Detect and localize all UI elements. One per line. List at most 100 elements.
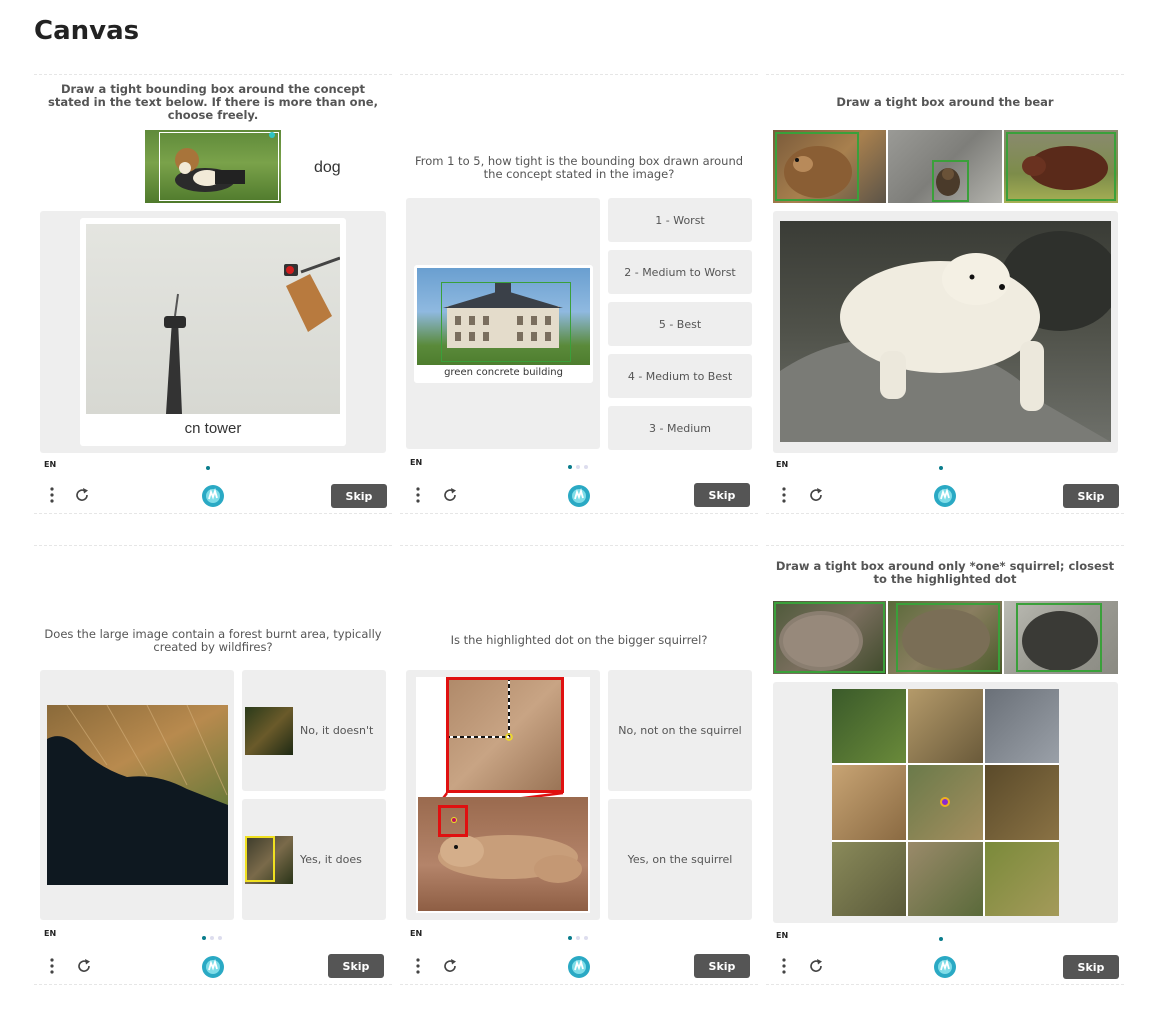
answer-yes-button[interactable]: Yes, on the squirrel — [608, 799, 752, 920]
task-image-frame[interactable] — [416, 677, 590, 913]
satellite-image[interactable] — [47, 705, 228, 885]
answer-yes-button[interactable]: Yes, it does — [242, 799, 386, 920]
hcaptcha-logo-icon[interactable] — [567, 484, 591, 508]
grid-tile[interactable] — [984, 689, 1059, 764]
highlight-box — [245, 835, 275, 882]
skip-button[interactable]: Skip — [694, 954, 750, 978]
rating-option-2[interactable]: 2 - Medium to Worst — [608, 250, 752, 294]
cn-tower-image[interactable] — [86, 224, 340, 414]
captcha-card-1: Draw a tight bounding box around the con… — [34, 74, 392, 514]
rating-option-1[interactable]: 1 - Worst — [608, 198, 752, 242]
language-label[interactable]: EN — [776, 460, 788, 469]
hcaptcha-logo-icon[interactable] — [201, 955, 225, 979]
skip-button[interactable]: Skip — [1063, 955, 1119, 979]
pagination-dots — [939, 466, 943, 470]
polar-bear-picture — [780, 231, 1111, 442]
example-thumbnail-yes — [245, 835, 293, 884]
refresh-icon[interactable] — [440, 956, 460, 976]
pagination-dots — [939, 937, 943, 941]
grid-tile[interactable] — [908, 765, 983, 840]
satellite-picture — [47, 705, 228, 805]
refresh-icon[interactable] — [72, 485, 92, 505]
refresh-icon[interactable] — [806, 485, 826, 505]
grid-tile[interactable] — [908, 841, 983, 916]
grid-tile[interactable] — [984, 841, 1059, 916]
more-vertical-icon[interactable] — [774, 956, 794, 976]
example-image-3 — [1004, 601, 1118, 674]
language-label[interactable]: EN — [410, 458, 422, 467]
drawn-bounding-box — [441, 282, 571, 362]
refresh-icon[interactable] — [74, 956, 94, 976]
task-caption: cn tower — [184, 420, 242, 437]
skip-button[interactable]: Skip — [1063, 484, 1119, 508]
example-image-1 — [773, 130, 886, 203]
task-image-frame[interactable]: cn tower — [80, 218, 346, 446]
prompt-text: Draw a tight bounding box around the con… — [48, 82, 378, 122]
corner-handle-icon — [269, 132, 275, 138]
example-image-3 — [1004, 130, 1118, 203]
captcha-card-6: Draw a tight box around only *one* squir… — [766, 545, 1124, 985]
grid-tile[interactable] — [832, 765, 907, 840]
grid-tile[interactable] — [984, 765, 1059, 840]
rating-option-3[interactable]: 3 - Medium — [608, 406, 752, 450]
grid-tile[interactable] — [908, 689, 983, 764]
grid-tile[interactable] — [832, 689, 907, 764]
polar-bear-image[interactable] — [780, 221, 1111, 442]
captcha-card-5: Is the highlighted dot on the bigger squ… — [400, 545, 758, 985]
answer-no-label: No, it doesn't — [300, 724, 374, 737]
refresh-icon[interactable] — [440, 485, 460, 505]
building-image — [417, 268, 590, 365]
grid-tile[interactable] — [832, 841, 907, 916]
task-panel — [406, 670, 600, 920]
example-label: dog — [314, 159, 341, 176]
rating-option-5[interactable]: 5 - Best — [608, 302, 752, 346]
task-panel: green concrete building — [406, 198, 600, 449]
answer-no-button[interactable]: No, not on the squirrel — [608, 670, 752, 791]
example-bounding-box — [159, 132, 279, 201]
hcaptcha-logo-icon[interactable] — [933, 484, 957, 508]
skip-button[interactable]: Skip — [328, 954, 384, 978]
cn-tower-picture — [164, 256, 340, 414]
task-caption: green concrete building — [444, 367, 563, 378]
rating-option-4[interactable]: 4 - Medium to Best — [608, 354, 752, 398]
language-label[interactable]: EN — [410, 929, 422, 938]
more-vertical-icon[interactable] — [774, 485, 794, 505]
language-label[interactable]: EN — [776, 931, 788, 940]
pagination-dots — [568, 465, 588, 469]
task-panel — [40, 670, 234, 920]
pagination-dots — [568, 936, 588, 940]
squirrel-image — [418, 797, 588, 911]
highlighted-dot-icon — [940, 797, 951, 808]
hcaptcha-logo-icon[interactable] — [201, 484, 225, 508]
more-vertical-icon[interactable] — [408, 956, 428, 976]
example-bounding-box — [774, 602, 885, 673]
prompt-text: Draw a tight box around the bear — [836, 95, 1054, 109]
example-thumbnail-no — [245, 706, 293, 755]
hcaptcha-logo-icon[interactable] — [933, 955, 957, 979]
answer-no-button[interactable]: No, it doesn't — [242, 670, 386, 791]
hcaptcha-logo-icon[interactable] — [567, 955, 591, 979]
prompt-text: Is the highlighted dot on the bigger squ… — [450, 633, 708, 647]
captcha-card-4: Does the large image contain a forest bu… — [34, 545, 392, 985]
captcha-card-2: From 1 to 5, how tight is the bounding b… — [400, 74, 758, 514]
more-vertical-icon[interactable] — [408, 485, 428, 505]
skip-button[interactable]: Skip — [331, 484, 387, 508]
skip-button[interactable]: Skip — [694, 483, 750, 507]
refresh-icon[interactable] — [806, 956, 826, 976]
language-label[interactable]: EN — [44, 460, 56, 469]
task-panel — [773, 682, 1118, 923]
language-label[interactable]: EN — [44, 929, 56, 938]
prompt-text: Draw a tight box around only *one* squir… — [775, 559, 1115, 586]
example-image-1 — [773, 601, 886, 674]
task-panel: cn tower — [40, 211, 386, 453]
task-image-frame: green concrete building — [414, 265, 593, 383]
example-image-dog — [145, 130, 281, 203]
more-vertical-icon[interactable] — [42, 485, 62, 505]
highlight-region-box — [438, 805, 468, 837]
example-image-2 — [888, 601, 1002, 674]
example-bounding-box — [1006, 132, 1116, 201]
pagination-dots — [206, 466, 210, 470]
task-panel — [773, 211, 1118, 453]
squirrel-grid[interactable] — [832, 689, 1059, 916]
more-vertical-icon[interactable] — [42, 956, 62, 976]
